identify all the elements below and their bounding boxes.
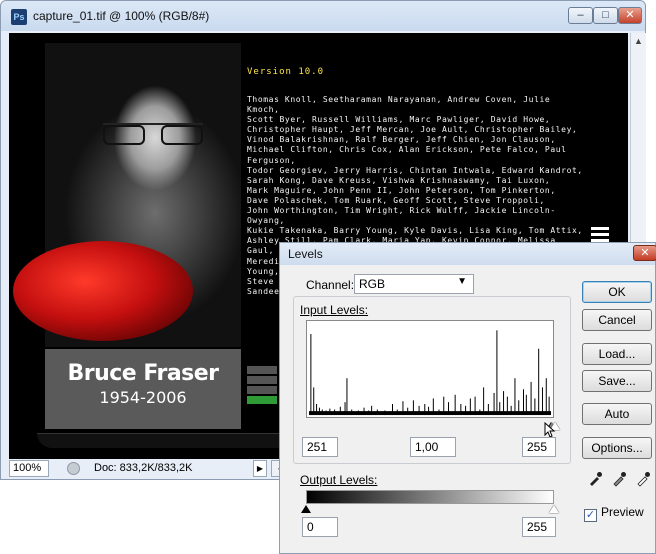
black-eyedropper-icon[interactable] <box>587 471 603 487</box>
levels-titlebar[interactable]: Levels ✕ <box>280 243 656 265</box>
document-size-readout: Doc: 833,2K/833,2K <box>94 462 193 474</box>
eyedropper-group <box>583 471 653 489</box>
output-white-field[interactable]: 255 <box>522 517 556 537</box>
options-button[interactable]: Options... <box>582 437 652 459</box>
channel-select[interactable]: RGB ▼ <box>354 274 474 294</box>
levels-close-button[interactable]: ✕ <box>633 245 656 261</box>
scroll-up-arrow-icon[interactable]: ▲ <box>634 36 643 46</box>
cancel-button[interactable]: Cancel <box>582 309 652 331</box>
glasses-shape <box>103 123 203 147</box>
output-white-handle[interactable] <box>549 505 559 513</box>
zoom-level-field[interactable]: 100% <box>9 460 49 477</box>
status-info-icon[interactable] <box>67 462 80 475</box>
preview-option[interactable]: ✓ Preview <box>584 505 644 522</box>
mouse-pointer-icon <box>544 422 556 438</box>
histogram <box>306 320 554 418</box>
chevron-down-icon: ▼ <box>457 276 467 287</box>
maximize-button[interactable]: □ <box>593 7 618 24</box>
memorial-name: Bruce Fraser <box>67 361 219 386</box>
channel-value: RGB <box>359 277 386 291</box>
photoshop-icon: Ps <box>11 9 27 25</box>
document-titlebar[interactable]: Ps capture_01.tif @ 100% (RGB/8#) – □ ✕ <box>1 1 645 31</box>
save-button[interactable]: Save... <box>582 370 652 392</box>
channel-label: Channel: <box>306 278 355 292</box>
preview-label: Preview <box>601 505 644 519</box>
memorial-years: 1954-2006 <box>99 388 187 407</box>
white-eyedropper-icon[interactable] <box>635 471 651 487</box>
preview-checkbox[interactable]: ✓ <box>584 509 597 522</box>
document-title: capture_01.tif @ 100% (RGB/8#) <box>33 9 210 23</box>
input-levels-slider[interactable] <box>306 420 560 434</box>
input-black-field[interactable]: 251 <box>302 437 338 457</box>
input-levels-label: Input Levels: <box>300 303 369 317</box>
close-button[interactable]: ✕ <box>618 7 642 24</box>
levels-dialog: Levels ✕ Channel: RGB ▼ Input Levels: 25… <box>279 242 656 554</box>
load-button[interactable]: Load... <box>582 343 652 365</box>
red-lens-graphic <box>13 241 193 341</box>
input-gamma-field[interactable]: 1,00 <box>410 437 456 457</box>
output-black-field[interactable]: 0 <box>302 517 338 537</box>
output-levels-slider[interactable] <box>301 504 559 514</box>
status-menu-arrow-icon[interactable]: ▶ <box>253 460 267 477</box>
gray-eyedropper-icon[interactable] <box>611 471 627 487</box>
output-black-handle[interactable] <box>301 505 311 513</box>
levels-title: Levels <box>288 247 323 261</box>
output-levels-label: Output Levels: <box>300 473 378 487</box>
auto-button[interactable]: Auto <box>582 403 652 425</box>
output-gradient-bar <box>306 490 554 504</box>
ok-button[interactable]: OK <box>582 281 652 303</box>
input-white-field[interactable]: 255 <box>522 437 556 457</box>
memorial-plate: Bruce Fraser 1954-2006 <box>45 349 241 429</box>
minimize-button[interactable]: – <box>568 7 593 24</box>
histogram-baseline <box>308 411 552 416</box>
version-text: Version 10.0 <box>247 67 325 77</box>
